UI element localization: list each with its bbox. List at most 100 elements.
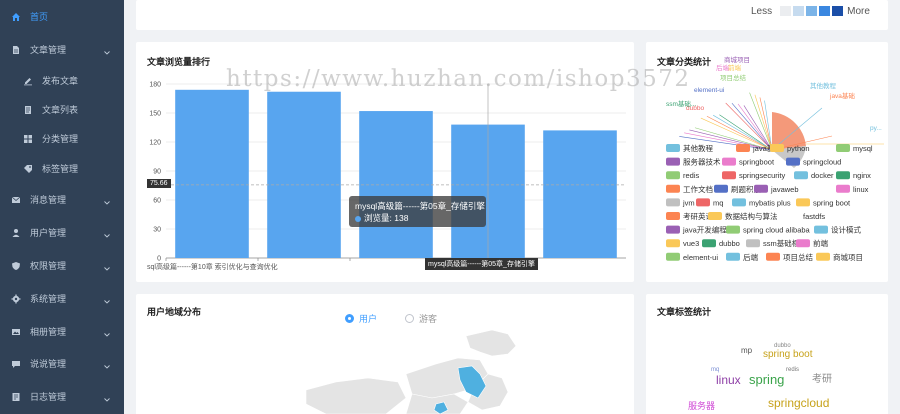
legend-swatch [836, 171, 850, 180]
pie-outer-label: 商城项目 [724, 55, 750, 64]
series-dot-icon [355, 215, 361, 222]
chevron-down-icon [104, 47, 110, 55]
legend-item: linux [853, 185, 869, 194]
legend-swatch [732, 198, 746, 207]
sidebar-item-12[interactable]: 日志管理 [0, 382, 124, 412]
chevron-down-icon [104, 329, 110, 337]
legend-swatch [666, 171, 680, 180]
legend-swatch [666, 252, 680, 261]
chat-icon [11, 359, 21, 369]
y-tick-label: 0 [157, 256, 161, 263]
heatmap-swatch [793, 6, 805, 16]
legend-swatch [836, 184, 850, 193]
chevron-down-icon [104, 296, 110, 304]
bar-4 [543, 130, 617, 258]
axis-pointer-y-label: 75.66 [147, 179, 171, 188]
legend-swatch [714, 184, 728, 193]
sidebar-item-label: 日志管理 [30, 392, 67, 402]
legend-item: docker [811, 171, 834, 180]
legend-item: 商城项目 [833, 252, 863, 262]
legend-item: javaweb [770, 185, 799, 194]
bar-1 [267, 91, 341, 258]
y-tick-label: 90 [153, 169, 161, 176]
legend-swatch [814, 225, 828, 234]
heatmap-less-label: Less [751, 5, 773, 17]
sidebar-item-label: 首页 [30, 12, 49, 22]
legend-swatch [666, 157, 680, 166]
chevron-down-icon [104, 230, 110, 238]
watermark: https://www.huzhan.com/ishop3572 [226, 66, 691, 92]
shield-icon [11, 261, 21, 271]
legend-item: 后端 [743, 252, 758, 262]
sidebar-item-2[interactable]: 发布文章 [0, 66, 124, 96]
legend-swatch [836, 144, 850, 152]
legend-item: spring cloud alibaba [743, 226, 811, 235]
sidebar-item-9[interactable]: 系统管理 [0, 284, 124, 314]
tag-word[interactable]: 服务器 [688, 402, 715, 411]
tag-word[interactable]: mp [741, 347, 752, 355]
legend-swatch [726, 252, 740, 261]
tag-word[interactable]: spring boot [763, 350, 812, 360]
pie-outer-label: java基础 [829, 91, 855, 100]
legend-swatch [666, 144, 680, 152]
legend-swatch [666, 198, 680, 207]
sidebar-item-label: 权限管理 [30, 261, 67, 271]
legend-item: mybatis plus [749, 198, 791, 207]
tag-word[interactable]: redis [786, 367, 799, 373]
legend-item: fastdfs [803, 212, 825, 221]
heatmap-more-label: More [847, 5, 870, 17]
legend-item: dubbo [719, 239, 740, 248]
pie-outer-label: 前端 [728, 63, 742, 72]
sidebar-item-1[interactable]: 文章管理 [0, 35, 124, 65]
axis-pointer-x-label: mysql高级篇------第05章_存储引擎 [425, 258, 538, 270]
sidebar-item-label: 消息管理 [30, 195, 67, 205]
tag-word[interactable]: spring [749, 373, 784, 386]
legend-swatch [666, 239, 680, 248]
edit-icon [23, 76, 33, 86]
gear-icon [11, 294, 21, 304]
legend-item: spring boot [813, 198, 851, 207]
tag-word[interactable]: linux [716, 374, 741, 386]
sidebar-item-4[interactable]: 分类管理 [0, 124, 124, 154]
legend-swatch [746, 239, 760, 248]
category-icon [23, 134, 33, 144]
y-tick-label: 180 [149, 82, 161, 89]
legend-item: mq [713, 198, 723, 207]
sidebar-item-label: 文章列表 [42, 105, 79, 115]
legend-swatch [696, 198, 710, 207]
sidebar-item-5[interactable]: 标签管理 [0, 154, 124, 184]
legend-item: 设计模式 [831, 225, 861, 235]
tag-word[interactable]: springcloud [768, 397, 829, 409]
sidebar-item-3[interactable]: 文章列表 [0, 95, 124, 125]
chevron-down-icon [104, 361, 110, 369]
legend-swatch [702, 239, 716, 248]
legend-swatch [766, 252, 780, 261]
heatmap-swatch [806, 6, 818, 16]
legend-item: element-ui [683, 253, 718, 262]
legend-item: python [787, 144, 810, 153]
chart-tooltip: mysql高级篇------第05章_存储引擎 浏览量: 138 [349, 196, 486, 227]
sidebar-item-11[interactable]: 说说管理 [0, 349, 124, 379]
sidebar-item-10[interactable]: 相册管理 [0, 317, 124, 347]
legend-item: 服务器技术 [683, 157, 721, 167]
heatmap-swatches [780, 6, 845, 16]
sidebar-item-label: 分类管理 [42, 134, 79, 144]
legend-swatch [786, 212, 800, 220]
sidebar-item-0[interactable]: 首页 [0, 2, 124, 32]
mail-icon [11, 195, 21, 205]
y-tick-label: 30 [153, 227, 161, 234]
heatmap-swatch [832, 6, 844, 16]
pie-outer-label: py... [870, 125, 882, 132]
legend-swatch [736, 144, 750, 152]
map-region-west [305, 377, 407, 414]
x-tick-label-0: sql高级篇------第10章 索引优化与查询优化 [147, 262, 278, 271]
legend-item: vue3 [683, 239, 699, 248]
sidebar-item-6[interactable]: 消息管理 [0, 185, 124, 215]
legend-item: 工作文档 [683, 184, 713, 194]
sidebar-item-8[interactable]: 权限管理 [0, 251, 124, 281]
sidebar-item-7[interactable]: 用户管理 [0, 218, 124, 248]
legend-swatch [726, 225, 740, 234]
sidebar-item-label: 用户管理 [30, 228, 67, 238]
map-region-north [465, 329, 517, 357]
tag-word[interactable]: 考研 [812, 375, 832, 385]
